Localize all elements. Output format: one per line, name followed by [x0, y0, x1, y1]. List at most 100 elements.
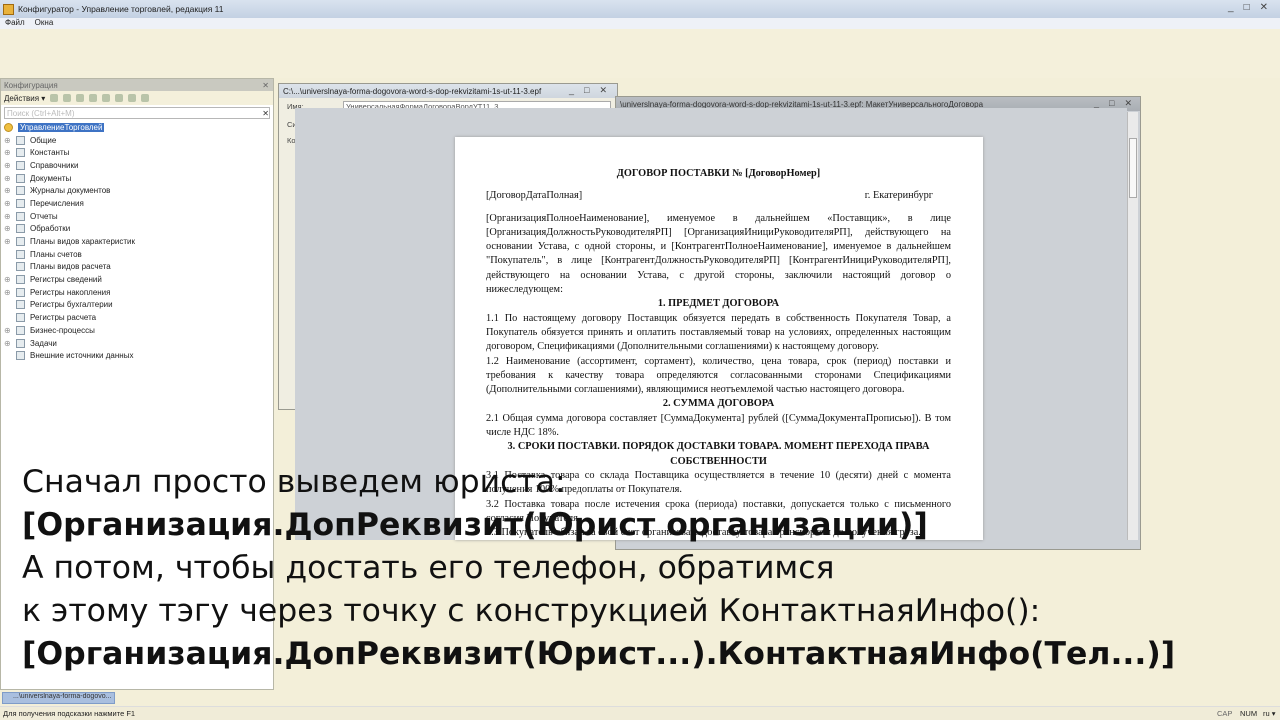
filter-icon[interactable] — [141, 94, 150, 102]
caption-code: [Организация.ДопРеквизит(Юрист организац… — [22, 507, 928, 543]
tree-item[interactable]: ⊕ Регистры сведений — [4, 273, 273, 286]
app-titlebar: Конфигуратор - Управление торговлей, ред… — [0, 0, 1280, 18]
app-title: Конфигуратор - Управление торговлей, ред… — [18, 4, 224, 14]
scroll-thumb[interactable] — [1129, 138, 1137, 198]
tree-item[interactable]: Планы счетов — [4, 248, 273, 261]
metadata-icon — [16, 313, 25, 323]
tree-item[interactable]: Внешние источники данных — [4, 349, 273, 362]
tree-item[interactable]: ⊕ Задачи — [4, 337, 273, 350]
toolbar-area — [0, 29, 1280, 78]
tree-item-label: Внешние источники данных — [30, 351, 134, 361]
tree-item[interactable]: ⊕ Константы — [4, 146, 273, 159]
tree-item[interactable]: ⊕ Журналы документов — [4, 184, 273, 197]
doc-paragraph: 1.1 По настоящему договору Поставщик обя… — [486, 312, 951, 353]
expand-icon[interactable]: ⊕ — [4, 186, 12, 195]
metadata-icon — [16, 325, 25, 335]
vertical-scrollbar[interactable] — [1127, 112, 1138, 540]
metadata-icon — [16, 287, 25, 297]
tree-item[interactable]: ⊕ Документы — [4, 172, 273, 185]
panel-title: Конфигурация — [4, 80, 58, 90]
tree-item-label: Документы — [30, 173, 72, 183]
tree-item-label: Задачи — [30, 338, 57, 348]
caption-line: А потом, чтобы достать его телефон, обра… — [22, 550, 835, 586]
search-input[interactable]: Поиск (Ctrl+Alt+M) ✕ — [4, 107, 270, 119]
section-heading: 2. СУММА ДОГОВОРА — [662, 398, 775, 410]
menu-file[interactable]: Файл — [5, 18, 25, 29]
tree-item-label: Регистры накопления — [30, 287, 111, 297]
maximize-icon[interactable]: □ — [1244, 2, 1250, 13]
edit-icon[interactable] — [63, 94, 72, 102]
doc-title: ДОГОВОР ПОСТАВКИ № [ДоговорНомер] — [616, 168, 821, 179]
expand-icon[interactable]: ⊕ — [4, 161, 12, 170]
add-icon[interactable] — [50, 94, 59, 102]
tree-item[interactable]: ⊕ Обработки — [4, 223, 273, 236]
tree-item[interactable]: Регистры бухгалтерии — [4, 299, 273, 312]
panel-close-icon[interactable]: ✕ — [262, 81, 269, 90]
expand-icon[interactable]: ⊕ — [4, 237, 12, 246]
minimize-icon[interactable]: _ — [569, 85, 574, 96]
tree-item[interactable]: ⊕ Планы видов характеристик — [4, 235, 273, 248]
expand-icon[interactable]: ⊕ — [4, 326, 12, 335]
metadata-icon — [16, 275, 25, 285]
expand-icon[interactable]: ⊕ — [4, 212, 12, 221]
close-icon[interactable]: ✕ — [599, 85, 607, 96]
sort-icon[interactable] — [128, 94, 137, 102]
tree-item[interactable]: ⊕ Отчеты — [4, 210, 273, 223]
metadata-icon — [16, 249, 25, 259]
doc-city: г. Екатеринбург — [864, 190, 933, 202]
tree-item[interactable]: ⊕ Общие — [4, 134, 273, 147]
expand-icon[interactable]: ⊕ — [4, 148, 12, 157]
caption-line: Сначал просто выведем юриста: — [22, 464, 566, 500]
status-hint: Для получения подсказки нажмите F1 — [3, 709, 136, 718]
metadata-icon — [4, 122, 13, 132]
metadata-icon — [16, 173, 25, 183]
move-up-icon[interactable] — [102, 94, 111, 102]
minimize-icon[interactable]: _ — [1228, 2, 1234, 13]
tree-item[interactable]: ⊕ Перечисления — [4, 197, 273, 210]
doc-date: [ДоговорДатаПолная] — [486, 190, 583, 202]
tree-root[interactable]: УправлениеТорговлей — [4, 121, 273, 134]
language-indicator[interactable]: ru ▾ — [1263, 709, 1276, 718]
close-icon[interactable]: ✕ — [1260, 2, 1268, 13]
clear-search-icon[interactable]: ✕ — [262, 109, 269, 118]
metadata-icon — [16, 224, 25, 234]
expand-icon[interactable]: ⊕ — [4, 199, 12, 208]
menu-windows[interactable]: Окна — [35, 18, 54, 29]
move-down-icon[interactable] — [115, 94, 124, 102]
epf-window-title: C:\...\universlnaya-forma-dogovora-word-… — [283, 86, 542, 96]
tree-item-label: Регистры сведений — [30, 275, 102, 285]
metadata-icon — [16, 300, 25, 310]
tree-item[interactable]: ⊕ Регистры накопления — [4, 286, 273, 299]
num-indicator: NUM — [1240, 709, 1258, 718]
metadata-icon — [16, 338, 25, 348]
tree-item-label: Константы — [30, 148, 70, 158]
expand-icon[interactable]: ⊕ — [4, 339, 12, 348]
tree-item-label: Планы счетов — [30, 249, 82, 259]
expand-icon[interactable]: ⊕ — [4, 275, 12, 284]
actions-menu[interactable]: Действия ▾ — [4, 94, 45, 103]
section-heading: 1. ПРЕДМЕТ ДОГОВОРА — [657, 298, 780, 310]
tree-item-label: Перечисления — [30, 198, 84, 208]
expand-icon[interactable]: ⊕ — [4, 288, 12, 297]
expand-icon[interactable]: ⊕ — [4, 136, 12, 145]
doc-intro: [ОрганизацияПолноеНаименование], именуем… — [486, 212, 951, 296]
expand-icon[interactable]: ⊕ — [4, 174, 12, 183]
expand-icon[interactable]: ⊕ — [4, 224, 12, 233]
tree-item[interactable]: Регистры расчета — [4, 311, 273, 324]
tree-item[interactable]: ⊕ Справочники — [4, 159, 273, 172]
copy-icon[interactable] — [76, 94, 85, 102]
search-placeholder: Поиск (Ctrl+Alt+M) — [7, 108, 75, 118]
tree-item-label: Обработки — [30, 224, 71, 234]
caption-code: [Организация.ДопРеквизит(Юрист...).Конта… — [22, 636, 1176, 672]
tree-item-label: Бизнес-процессы — [30, 325, 95, 335]
metadata-icon — [16, 211, 25, 221]
maximize-icon[interactable]: □ — [584, 85, 589, 96]
tree-item[interactable]: Планы видов расчета — [4, 261, 273, 274]
tree-item[interactable]: ⊕ Бизнес-процессы — [4, 324, 273, 337]
metadata-icon — [16, 262, 25, 272]
taskbar-item-epf[interactable]: ...\universlnaya-forma-dogovo... — [2, 692, 115, 704]
menu-bar: Файл Окна — [0, 18, 1280, 29]
configuration-tree: УправлениеТорговлей ⊕ Общие ⊕ Константы ⊕ Спра… — [1, 121, 273, 362]
delete-icon[interactable] — [89, 94, 98, 102]
metadata-icon — [16, 135, 25, 145]
